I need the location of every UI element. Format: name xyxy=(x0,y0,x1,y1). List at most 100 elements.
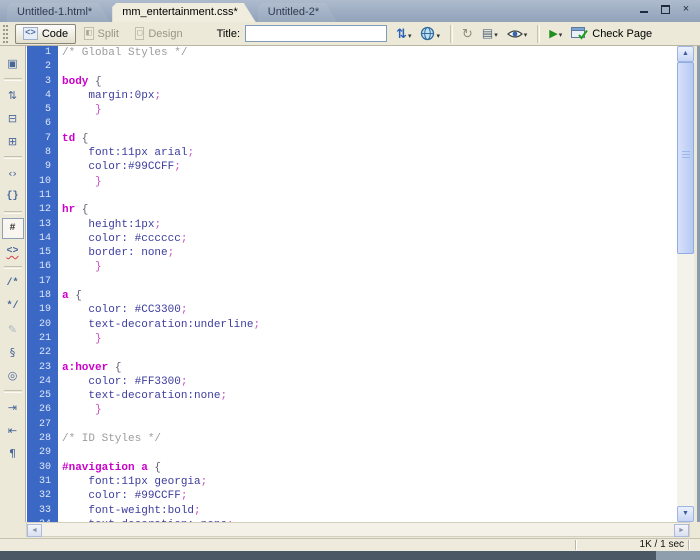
code-line[interactable]: 2 xyxy=(27,60,676,74)
code-line[interactable]: 17 xyxy=(27,275,676,289)
code-line[interactable]: 16 } xyxy=(27,260,676,274)
code-line[interactable]: 27 xyxy=(27,418,676,432)
format-source-code-icon[interactable]: ¶ xyxy=(2,443,24,464)
close-button[interactable]: × xyxy=(680,3,692,15)
highlight-invalid-code-icon[interactable]: <> xyxy=(2,241,24,262)
design-view-button[interactable]: ▢ Design xyxy=(127,24,191,44)
document-toolbar: <> Code ◧ Split ▢ Design Title: ⇅ ▾ ▾ ↻ xyxy=(0,22,700,46)
code-line[interactable]: 18a { xyxy=(27,289,676,303)
scroll-right-button[interactable]: ► xyxy=(674,524,689,537)
code-line-text: color: #99CCFF; xyxy=(58,489,187,503)
code-editor[interactable]: 1/* Global Styles */23body {4 margin:0px… xyxy=(27,46,676,522)
restore-button[interactable] xyxy=(659,3,671,15)
code-line[interactable]: 25 text-decoration:none; xyxy=(27,389,676,403)
collapse-selection-icon[interactable]: ⊟ xyxy=(2,108,24,129)
tab-mm-entertainment-css[interactable]: mm_entertainment.css* xyxy=(112,3,256,22)
code-line[interactable]: 31 font:11px georgia; xyxy=(27,475,676,489)
code-line-text: color: #FF3300; xyxy=(58,375,187,389)
statusbar-separator xyxy=(688,540,690,550)
collapse-full-tag-icon[interactable]: ⇅ xyxy=(2,85,24,106)
refresh-button[interactable]: ↻ xyxy=(462,27,473,41)
code-line[interactable]: 29 xyxy=(27,446,676,460)
scroll-left-button[interactable]: ◄ xyxy=(27,524,42,537)
code-line[interactable]: 8 font:11px arial; xyxy=(27,146,676,160)
sidebar-separator xyxy=(4,390,22,393)
code-line-text xyxy=(58,346,62,360)
select-parent-tag-icon[interactable]: ‹› xyxy=(2,163,24,184)
code-line[interactable]: 3body { xyxy=(27,75,676,89)
open-documents-icon[interactable]: ▣ xyxy=(2,53,24,74)
code-line[interactable]: 32 color: #99CCFF; xyxy=(27,489,676,503)
line-numbers-icon[interactable]: # xyxy=(2,218,24,239)
code-line[interactable]: 13 height:1px; xyxy=(27,218,676,232)
line-number: 22 xyxy=(27,346,58,360)
line-number: 21 xyxy=(27,332,58,346)
line-number: 7 xyxy=(27,132,58,146)
line-number: 23 xyxy=(27,361,58,375)
toolbar-grip-handle[interactable] xyxy=(3,25,8,43)
code-line[interactable]: 26 } xyxy=(27,403,676,417)
code-line[interactable]: 21 } xyxy=(27,332,676,346)
line-number: 29 xyxy=(27,446,58,460)
code-line[interactable]: 1/* Global Styles */ xyxy=(27,46,676,60)
statusbar-separator xyxy=(575,540,577,550)
file-management-button[interactable]: ⇅ ▾ xyxy=(396,27,411,41)
scroll-down-button[interactable]: ▼ xyxy=(677,506,694,522)
visual-aids-button[interactable]: ▾ xyxy=(507,28,528,40)
expand-all-icon[interactable]: ⊞ xyxy=(2,131,24,152)
code-line-text: a { xyxy=(58,289,82,303)
code-line[interactable]: 33 font-weight:bold; xyxy=(27,504,676,518)
line-number: 5 xyxy=(27,103,58,117)
code-line[interactable]: 5 } xyxy=(27,103,676,117)
check-page-label: Check Page xyxy=(592,28,652,40)
code-line[interactable]: 15 border: none; xyxy=(27,246,676,260)
split-view-button[interactable]: ◧ Split xyxy=(76,24,127,44)
remove-comment-icon[interactable]: */ xyxy=(2,296,24,317)
code-line-text xyxy=(58,60,62,74)
resize-gripper[interactable] xyxy=(656,551,700,560)
title-input[interactable] xyxy=(245,25,387,42)
code-line[interactable]: 30#navigation a { xyxy=(27,461,676,475)
code-line[interactable]: 12hr { xyxy=(27,203,676,217)
scroll-up-button[interactable]: ▲ xyxy=(677,46,694,62)
code-view-button[interactable]: <> Code xyxy=(15,24,76,44)
code-line[interactable]: 20 text-decoration:underline; xyxy=(27,318,676,332)
code-line[interactable]: 23a:hover { xyxy=(27,361,676,375)
outdent-code-icon[interactable]: ⇤ xyxy=(2,420,24,441)
code-line-text: } xyxy=(58,103,102,117)
validate-markup-button[interactable]: ▶ ▾ xyxy=(549,28,562,40)
toolbar-separator xyxy=(450,25,453,43)
code-line[interactable]: 14 color: #cccccc; xyxy=(27,232,676,246)
code-line[interactable]: 6 xyxy=(27,117,676,131)
recent-snippets-icon[interactable]: § xyxy=(2,342,24,363)
sidebar-separator xyxy=(4,78,22,81)
preview-in-browser-button[interactable]: ▾ xyxy=(420,26,440,41)
vertical-scrollbar[interactable]: ▲ ▼ xyxy=(677,46,694,522)
code-line[interactable]: 11 xyxy=(27,189,676,203)
validate-markup-icon: ▶ xyxy=(549,28,557,40)
line-number: 14 xyxy=(27,232,58,246)
indent-code-icon[interactable]: ⇥ xyxy=(2,397,24,418)
code-line[interactable]: 9 color:#99CCFF; xyxy=(27,160,676,174)
code-line[interactable]: 10 } xyxy=(27,175,676,189)
code-line[interactable]: 4 margin:0px; xyxy=(27,89,676,103)
restore-icon xyxy=(661,5,670,14)
horizontal-scrollbar[interactable]: ◄ ► xyxy=(26,522,690,537)
code-line[interactable]: 28/* ID Styles */ xyxy=(27,432,676,446)
vertical-scrollbar-thumb[interactable] xyxy=(677,62,694,254)
tab-untitled-2[interactable]: Untitled-2* xyxy=(258,3,337,22)
line-number: 18 xyxy=(27,289,58,303)
code-line[interactable]: 7td { xyxy=(27,132,676,146)
minimize-button[interactable] xyxy=(638,3,650,15)
code-navigator-icon[interactable]: ◎ xyxy=(2,365,24,386)
tab-untitled-1[interactable]: Untitled-1.html* xyxy=(7,3,110,22)
apply-comment-icon[interactable]: /* xyxy=(2,273,24,294)
code-line[interactable]: 19 color: #CC3300; xyxy=(27,303,676,317)
check-page-button[interactable]: Check Page xyxy=(571,27,652,40)
view-options-button[interactable]: ▤ ▾ xyxy=(482,27,498,40)
code-line[interactable]: 24 color: #FF3300; xyxy=(27,375,676,389)
code-line-text: #navigation a { xyxy=(58,461,161,475)
balance-braces-icon[interactable]: {} xyxy=(2,186,24,207)
document-tab-bar: Untitled-1.html* mm_entertainment.css* U… xyxy=(0,0,700,22)
code-line[interactable]: 22 xyxy=(27,346,676,360)
